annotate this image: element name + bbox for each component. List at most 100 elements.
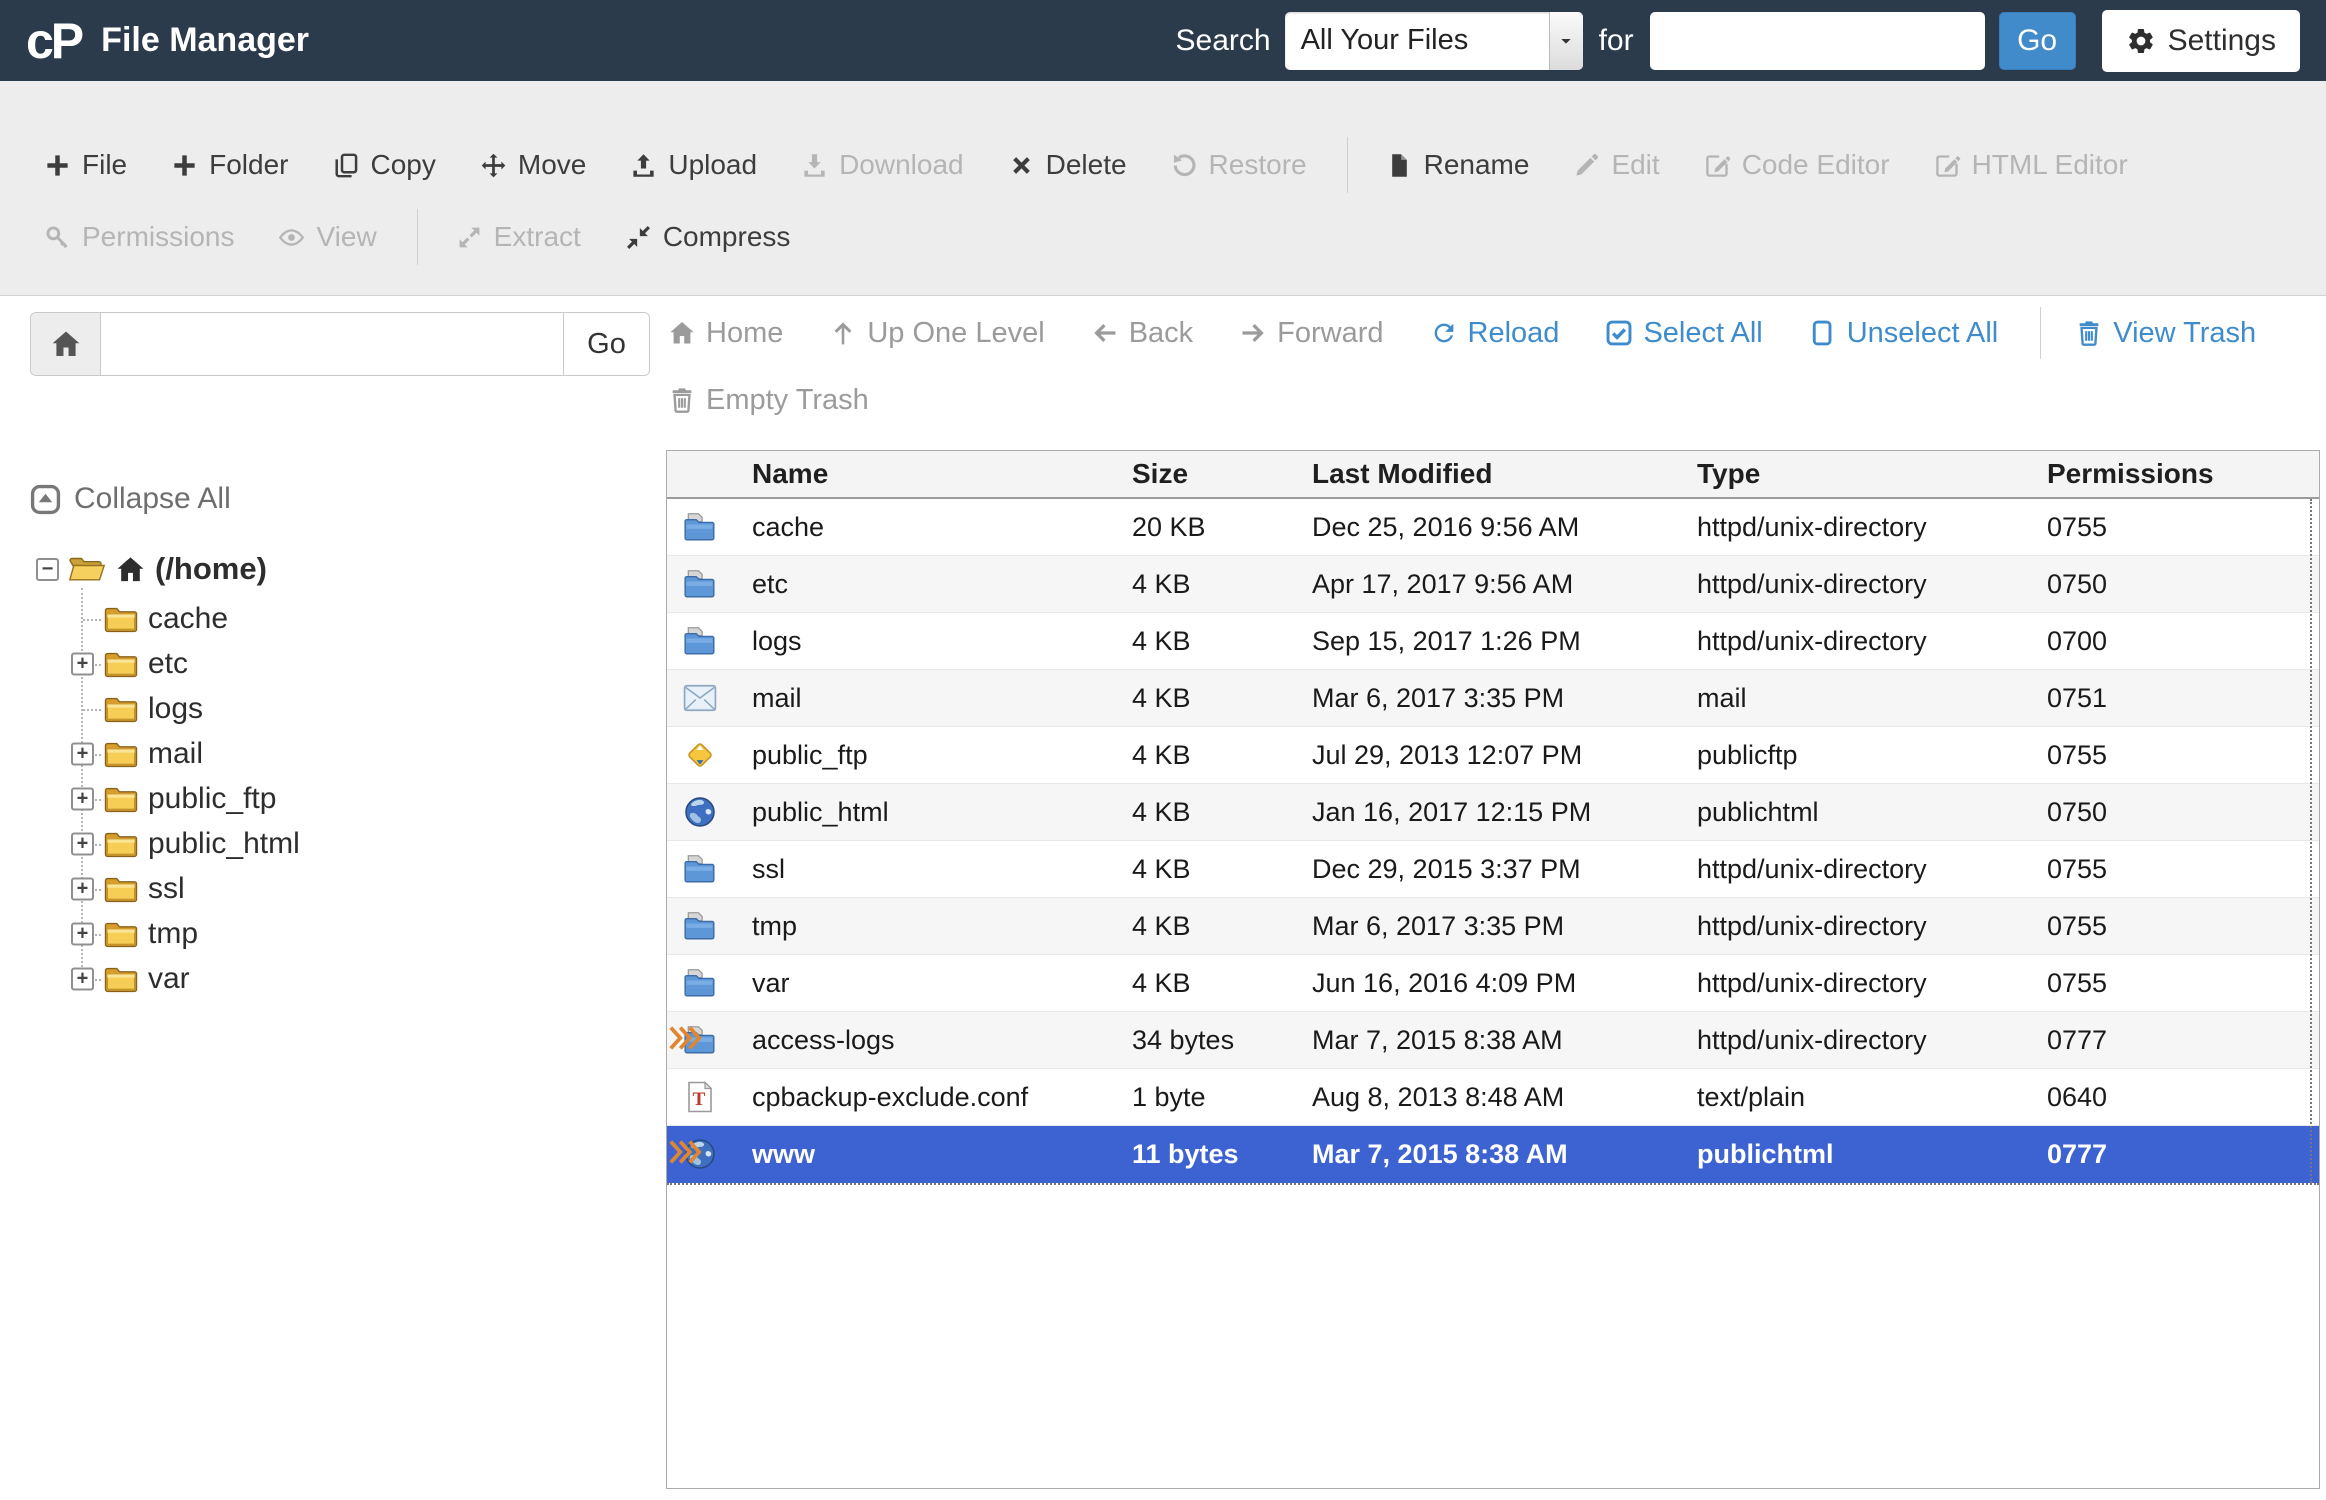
file-row-www[interactable]: www11 bytesMar 7, 2015 8:38 AMpublichtml… <box>667 1126 2319 1183</box>
file-permissions: 0751 <box>2047 683 2319 714</box>
nav-empty-trash[interactable]: Empty Trash <box>668 384 869 417</box>
tree-item-mail[interactable]: +mail <box>30 731 666 776</box>
file-size: 4 KB <box>1132 626 1312 657</box>
file-name: cpbackup-exclude.conf <box>752 1082 1132 1113</box>
toolbar-button-move[interactable]: Move <box>480 149 586 181</box>
file-size: 4 KB <box>1132 968 1312 999</box>
nav-home[interactable]: Home <box>668 317 783 350</box>
tree-item-tmp[interactable]: +tmp <box>30 911 666 956</box>
nav-unselect-all[interactable]: Unselect All <box>1809 317 1999 350</box>
settings-button[interactable]: Settings <box>2102 10 2300 72</box>
toolbar-button-compress[interactable]: Compress <box>625 221 791 253</box>
open-folder-icon <box>68 554 106 584</box>
file-name: logs <box>752 626 1132 657</box>
tree-item-var[interactable]: + var <box>30 956 666 1001</box>
nav-forward[interactable]: Forward <box>1239 317 1383 350</box>
up-level-icon <box>829 319 857 347</box>
collapse-all-button[interactable]: Collapse All <box>30 482 666 516</box>
tree-item-etc[interactable]: +etc <box>30 641 666 686</box>
path-go-button[interactable]: Go <box>563 313 649 375</box>
expand-toggle-icon[interactable]: + <box>71 877 94 900</box>
expand-toggle-icon[interactable]: + <box>71 787 94 810</box>
expand-toggle-icon[interactable]: + <box>71 922 94 945</box>
folder-blue-icon <box>683 967 717 999</box>
toolbar-button-file[interactable]: File <box>44 149 127 181</box>
file-row-cpbackup-exclude-conf[interactable]: Tcpbackup-exclude.conf1 byteAug 8, 2013 … <box>667 1069 2319 1126</box>
nav-select-all[interactable]: Select All <box>1605 317 1762 350</box>
file-row-logs[interactable]: logs4 KBSep 15, 2017 1:26 PMhttpd/unix-d… <box>667 613 2319 670</box>
column-header-size[interactable]: Size <box>1132 458 1312 490</box>
nav-back[interactable]: Back <box>1091 317 1193 350</box>
expand-toggle-icon[interactable]: + <box>71 652 94 675</box>
folder-icon <box>104 965 138 993</box>
tree-item-cache[interactable]: cache <box>30 596 666 641</box>
toolbar-button-rename[interactable]: Rename <box>1386 149 1530 181</box>
svg-text:T: T <box>693 1089 706 1110</box>
file-table-header: NameSizeLast ModifiedTypePermissions <box>667 451 2319 499</box>
file-table-panel: NameSizeLast ModifiedTypePermissions cac… <box>666 450 2320 1489</box>
toolbar-button-restore: Restore <box>1171 149 1307 181</box>
nav-up-one-level[interactable]: Up One Level <box>829 317 1044 350</box>
collapse-toggle-icon[interactable]: − <box>36 558 59 581</box>
pencil-icon <box>1573 152 1600 179</box>
folder-icon <box>104 875 138 903</box>
toolbar-button-label: Extract <box>494 221 581 253</box>
tree-item-public-ftp[interactable]: +public_ftp <box>30 776 666 821</box>
page-title: File Manager <box>101 21 309 60</box>
file-row-tmp[interactable]: tmp4 KBMar 6, 2017 3:35 PMhttpd/unix-dir… <box>667 898 2319 955</box>
expand-toggle-icon[interactable]: + <box>71 742 94 765</box>
file-row-public-html[interactable]: public_html4 KBJan 16, 2017 12:15 PMpubl… <box>667 784 2319 841</box>
upload-icon <box>630 152 657 179</box>
expand-toggle-icon[interactable]: + <box>71 967 94 990</box>
directory-tree: − (/home) cache+etclogs+mail+public_ftp+… <box>30 544 666 1001</box>
gear-icon <box>2126 26 2156 56</box>
toolbar-button-delete[interactable]: Delete <box>1008 149 1127 181</box>
toolbar-row-2: PermissionsViewExtractCompress <box>44 201 2316 273</box>
expand-toggle-icon[interactable]: + <box>71 832 94 855</box>
tree-item-ssl[interactable]: +ssl <box>30 866 666 911</box>
move-icon <box>480 152 507 179</box>
tree-item-public-html[interactable]: +public_html <box>30 821 666 866</box>
toolbar-button-folder[interactable]: Folder <box>171 149 288 181</box>
file-permissions: 0755 <box>2047 911 2319 942</box>
file-row-mail[interactable]: mail4 KBMar 6, 2017 3:35 PMmail0751 <box>667 670 2319 727</box>
column-header-type[interactable]: Type <box>1697 458 2047 490</box>
search-input[interactable] <box>1650 12 1985 70</box>
file-row-ssl[interactable]: ssl4 KBDec 29, 2015 3:37 PMhttpd/unix-di… <box>667 841 2319 898</box>
file-size: 34 bytes <box>1132 1025 1312 1056</box>
file-permissions: 0755 <box>2047 740 2319 771</box>
file-row-cache[interactable]: cache20 KBDec 25, 2016 9:56 AMhttpd/unix… <box>667 499 2319 556</box>
toolbar-button-label: Copy <box>371 149 436 181</box>
file-row-access-logs[interactable]: access-logs34 bytesMar 7, 2015 8:38 AMht… <box>667 1012 2319 1069</box>
tree-root-home[interactable]: − (/home) <box>30 544 666 594</box>
nav-link-label: Select All <box>1643 317 1762 350</box>
path-home-button[interactable] <box>31 313 101 375</box>
file-permissions: 0750 <box>2047 797 2319 828</box>
toolbar-button-upload[interactable]: Upload <box>630 149 757 181</box>
toolbar-button-copy[interactable]: Copy <box>333 149 436 181</box>
file-name: etc <box>752 569 1132 600</box>
nav-reload[interactable]: Reload <box>1430 317 1560 350</box>
path-input[interactable] <box>101 313 563 375</box>
file-type: mail <box>1697 683 2047 714</box>
column-header-name[interactable]: Name <box>752 458 1132 490</box>
file-icon-cell <box>667 625 752 657</box>
file-row-etc[interactable]: etc4 KBApr 17, 2017 9:56 AMhttpd/unix-di… <box>667 556 2319 613</box>
tree-item-label: var <box>148 962 190 996</box>
nav-view-trash[interactable]: View Trash <box>2075 317 2256 350</box>
search-go-button[interactable]: Go <box>1999 12 2076 70</box>
file-last-modified: Mar 6, 2017 3:35 PM <box>1312 683 1697 714</box>
file-icon-cell <box>667 796 752 828</box>
download-icon <box>801 152 828 179</box>
file-row-var[interactable]: var4 KBJun 16, 2016 4:09 PMhttpd/unix-di… <box>667 955 2319 1012</box>
file-last-modified: Mar 7, 2015 8:38 AM <box>1312 1025 1697 1056</box>
arrow-right-icon <box>1239 319 1267 347</box>
tree-item-logs[interactable]: logs <box>30 686 666 731</box>
tree-item-label: logs <box>148 692 203 726</box>
file-row-public-ftp[interactable]: public_ftp4 KBJul 29, 2013 12:07 PMpubli… <box>667 727 2319 784</box>
home-icon <box>50 328 82 360</box>
column-header-permissions[interactable]: Permissions <box>2047 458 2319 490</box>
column-header-last-modified[interactable]: Last Modified <box>1312 458 1697 490</box>
folder-blue-icon <box>683 853 717 885</box>
search-scope-select[interactable]: All Your Files <box>1285 12 1583 70</box>
